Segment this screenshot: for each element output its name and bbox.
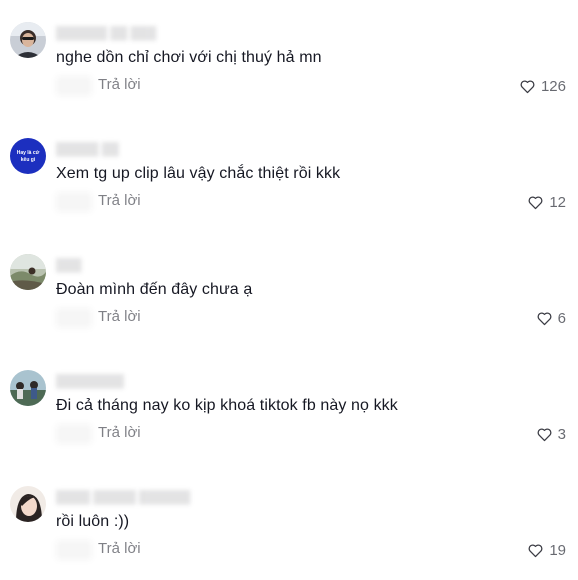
reply-button[interactable]: Trả lời (98, 76, 141, 93)
comment-date (56, 540, 92, 560)
avatar[interactable] (10, 254, 46, 290)
comment-text: Đi cả tháng nay ko kịp khoá tiktok fb nà… (56, 397, 398, 414)
avatar[interactable]: Hay là cứ kêu gì (10, 138, 46, 174)
reply-button[interactable]: Trả lời (98, 192, 141, 209)
comment-item: Hay là cứ kêu gì █████ ██ Xem tg up clip… (0, 116, 578, 232)
username: █████ ██ (56, 142, 119, 156)
comment-date (56, 308, 92, 328)
comment-date (56, 424, 92, 444)
avatar[interactable] (10, 370, 46, 406)
like-button[interactable]: 126 (519, 78, 566, 95)
like-count: 12 (549, 194, 566, 211)
heart-outline-icon (528, 544, 543, 558)
avatar-text: kêu gì (21, 157, 36, 163)
like-button[interactable]: 12 (527, 194, 566, 211)
avatar[interactable] (10, 486, 46, 522)
username: ████ █████ ██████ (56, 490, 191, 504)
comment-item: ████████ Đi cả tháng nay ko kịp khoá tik… (0, 348, 578, 464)
comment-date (56, 192, 92, 212)
like-count: 3 (557, 426, 566, 443)
like-button[interactable]: 6 (536, 310, 566, 327)
like-button[interactable]: 19 (527, 542, 566, 559)
avatar[interactable] (10, 22, 46, 58)
heart-outline-icon (537, 312, 552, 326)
like-button[interactable]: 3 (536, 426, 566, 443)
heart-outline-icon (537, 428, 552, 442)
reply-button[interactable]: Trả lời (98, 540, 141, 557)
username: ████████ (56, 374, 125, 388)
comment-item: ██████ ██ ███ nghe dồn chỉ chơi với chị … (0, 0, 578, 116)
heart-outline-icon (520, 80, 535, 94)
like-count: 126 (540, 78, 566, 95)
like-count: 19 (549, 542, 566, 559)
reply-button[interactable]: Trả lời (98, 308, 141, 325)
avatar-text: Hay là cứ (17, 150, 40, 156)
comment-item: ████ █████ ██████ rồi luôn :)) Trả lời 1… (0, 464, 578, 580)
comment-date (56, 76, 92, 96)
username: ███ (56, 258, 82, 272)
heart-outline-icon (528, 196, 543, 210)
reply-button[interactable]: Trả lời (98, 424, 141, 441)
username: ██████ ██ ███ (56, 26, 157, 40)
like-count: 6 (557, 310, 566, 327)
comment-text: rồi luôn :)) (56, 513, 130, 530)
comment-text: nghe dồn chỉ chơi với chị thuý hả mn (56, 49, 322, 66)
comment-text: Xem tg up clip lâu vậy chắc thiệt rồi kk… (56, 165, 341, 182)
comment-item: ███ Đoàn mình đến đây chưa ạ Trả lời 6 (0, 232, 578, 348)
comment-text: Đoàn mình đến đây chưa ạ (56, 281, 253, 298)
